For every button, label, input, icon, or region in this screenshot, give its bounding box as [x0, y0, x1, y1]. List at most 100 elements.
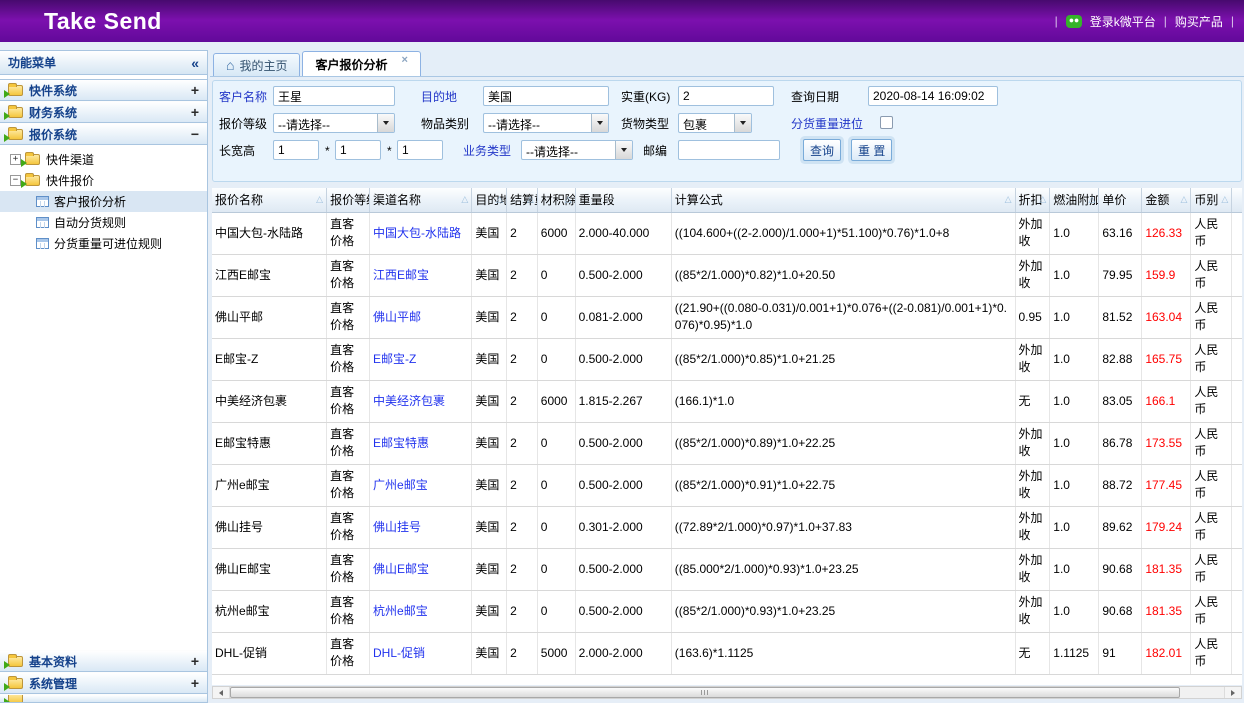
- sidebar-section[interactable]: 财务系统+: [0, 101, 207, 123]
- login-kwei-link[interactable]: 登录k微平台: [1090, 13, 1156, 30]
- dropdown-arrow-icon[interactable]: [377, 114, 394, 132]
- scroll-right-icon[interactable]: [1224, 687, 1241, 698]
- table-row[interactable]: 佛山平邮直客价格佛山平邮美国200.081-2.000((21.90+((0.0…: [212, 296, 1242, 338]
- dropdown-arrow-icon[interactable]: [734, 114, 751, 132]
- width-input[interactable]: [335, 140, 381, 160]
- tab-active[interactable]: 客户报价分析×: [302, 51, 420, 76]
- channel-link[interactable]: E邮宝特惠: [370, 422, 472, 464]
- amount-cell: 179.24: [1142, 506, 1191, 548]
- sidebar-section-partial[interactable]: [0, 694, 207, 703]
- dims-separator: *: [325, 141, 330, 161]
- sidebar-section[interactable]: 报价系统−: [0, 123, 207, 145]
- weight-input[interactable]: [678, 86, 774, 106]
- reset-button[interactable]: 重 置: [851, 139, 892, 161]
- cell: 外加收: [1015, 212, 1050, 254]
- business-type-select[interactable]: --请选择--: [521, 140, 633, 160]
- sidebar-section[interactable]: 系统管理+: [0, 672, 207, 694]
- column-header[interactable]: 燃油附加△: [1050, 188, 1099, 212]
- column-header[interactable]: 币别△: [1191, 188, 1232, 212]
- column-header[interactable]: 结算重量△: [507, 188, 538, 212]
- channel-link[interactable]: 杭州e邮宝: [370, 590, 472, 632]
- column-header[interactable]: 金额△: [1142, 188, 1191, 212]
- horizontal-scrollbar[interactable]: [212, 686, 1242, 699]
- column-header[interactable]: 报价等级: [327, 188, 370, 212]
- folder-icon: [8, 85, 23, 96]
- sidebar-section-label: 财务系统: [29, 104, 191, 121]
- tree-item[interactable]: 分货重量可进位规则: [0, 233, 207, 254]
- cell: [1232, 254, 1242, 296]
- table-row[interactable]: 广州e邮宝直客价格广州e邮宝美国200.500-2.000((85*2/1.00…: [212, 464, 1242, 506]
- cargo-type-select[interactable]: 包裹: [678, 113, 752, 133]
- table-row[interactable]: 佛山E邮宝直客价格佛山E邮宝美国200.500-2.000((85.000*2/…: [212, 548, 1242, 590]
- length-input[interactable]: [273, 140, 319, 160]
- amount-cell: 182.01: [1142, 632, 1191, 674]
- channel-link[interactable]: 中国大包-水陆路: [370, 212, 472, 254]
- channel-link[interactable]: E邮宝-Z: [370, 338, 472, 380]
- tree-item[interactable]: 自动分货规则: [0, 212, 207, 233]
- table-row[interactable]: E邮宝特惠直客价格E邮宝特惠美国200.500-2.000((85*2/1.00…: [212, 422, 1242, 464]
- query-date-input[interactable]: [868, 86, 998, 106]
- channel-link[interactable]: 佛山E邮宝: [370, 548, 472, 590]
- channel-link[interactable]: 江西E邮宝: [370, 254, 472, 296]
- column-header[interactable]: 报价名称△: [212, 188, 327, 212]
- column-header[interactable]: 渠道名称△: [370, 188, 472, 212]
- amount-cell: 166.1: [1142, 380, 1191, 422]
- sidebar-section[interactable]: 快件系统+: [0, 79, 207, 101]
- dropdown-arrow-icon[interactable]: [591, 114, 608, 132]
- table-row[interactable]: 江西E邮宝直客价格江西E邮宝美国200.500-2.000((85*2/1.00…: [212, 254, 1242, 296]
- item-type-label: 物品类别: [421, 114, 469, 134]
- channel-link[interactable]: DHL-促销: [370, 632, 472, 674]
- cell: 直客价格: [327, 590, 370, 632]
- sidebar-section[interactable]: 基本资料+: [0, 650, 207, 672]
- tree-item[interactable]: +快件渠道: [0, 149, 207, 170]
- carry-weight-checkbox[interactable]: [880, 116, 893, 129]
- zipcode-input[interactable]: [678, 140, 780, 160]
- tree-toggle-icon[interactable]: −: [10, 175, 21, 186]
- column-header[interactable]: 折扣△: [1015, 188, 1050, 212]
- scroll-left-icon[interactable]: [213, 687, 230, 698]
- expand-toggle-icon[interactable]: +: [191, 676, 199, 690]
- expand-toggle-icon[interactable]: −: [191, 127, 199, 141]
- expand-toggle-icon[interactable]: +: [191, 105, 199, 119]
- table-row[interactable]: 杭州e邮宝直客价格杭州e邮宝美国200.500-2.000((85*2/1.00…: [212, 590, 1242, 632]
- grid-icon: [36, 238, 49, 249]
- customer-name-input[interactable]: [273, 86, 395, 106]
- cell: 2: [507, 632, 538, 674]
- dims-separator: *: [387, 141, 392, 161]
- search-button[interactable]: 查询: [803, 139, 841, 161]
- cell: 佛山平邮: [212, 296, 327, 338]
- table-row[interactable]: DHL-促销直客价格DHL-促销美国250002.000-2.000(163.6…: [212, 632, 1242, 674]
- quote-grade-select[interactable]: --请选择--: [273, 113, 395, 133]
- expand-toggle-icon[interactable]: +: [191, 654, 199, 668]
- table-row[interactable]: 中国大包-水陆路直客价格中国大包-水陆路美国260002.000-40.000(…: [212, 212, 1242, 254]
- business-type-label: 业务类型: [463, 141, 511, 161]
- column-header[interactable]: 重量段: [575, 188, 671, 212]
- column-header[interactable]: 单价: [1099, 188, 1142, 212]
- tab-inactive[interactable]: ⌂我的主页: [213, 53, 300, 76]
- dropdown-arrow-icon[interactable]: [615, 141, 632, 159]
- column-header[interactable]: [1232, 188, 1242, 212]
- channel-link[interactable]: 佛山挂号: [370, 506, 472, 548]
- cell: 0.95: [1015, 296, 1050, 338]
- close-tab-icon[interactable]: ×: [402, 54, 408, 66]
- channel-link[interactable]: 广州e邮宝: [370, 464, 472, 506]
- table-row[interactable]: 佛山挂号直客价格佛山挂号美国200.301-2.000((72.89*2/1.0…: [212, 506, 1242, 548]
- tree-item[interactable]: −快件报价: [0, 170, 207, 191]
- expand-toggle-icon[interactable]: +: [191, 83, 199, 97]
- tree-item-selected[interactable]: 客户报价分析: [0, 191, 207, 212]
- channel-link[interactable]: 佛山平邮: [370, 296, 472, 338]
- column-header[interactable]: 计算公式△: [671, 188, 1015, 212]
- scrollbar-thumb[interactable]: [230, 687, 1180, 698]
- item-type-select[interactable]: --请选择--: [483, 113, 609, 133]
- table-row[interactable]: 中美经济包裹直客价格中美经济包裹美国260001.815-2.267(166.1…: [212, 380, 1242, 422]
- destination-input[interactable]: [483, 86, 609, 106]
- tree-toggle-icon[interactable]: +: [10, 154, 21, 165]
- column-header[interactable]: 材积除△: [537, 188, 575, 212]
- table-row[interactable]: E邮宝-Z直客价格E邮宝-Z美国200.500-2.000((85*2/1.00…: [212, 338, 1242, 380]
- height-input[interactable]: [397, 140, 443, 160]
- buy-product-link[interactable]: 购买产品: [1175, 13, 1223, 30]
- channel-link[interactable]: 中美经济包裹: [370, 380, 472, 422]
- cell: 江西E邮宝: [212, 254, 327, 296]
- collapse-sidebar-icon[interactable]: «: [191, 55, 199, 71]
- column-header[interactable]: 目的地△: [472, 188, 507, 212]
